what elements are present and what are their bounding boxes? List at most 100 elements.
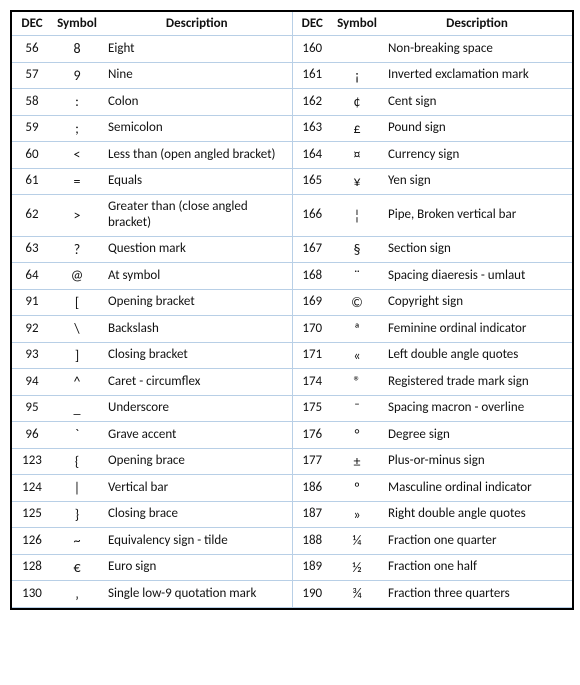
cell-symbol-right: ¼ xyxy=(332,528,382,555)
cell-dec-left: 60 xyxy=(12,142,52,169)
cell-desc-right: Right double angle quotes xyxy=(382,501,572,528)
cell-desc-right: Yen sign xyxy=(382,168,572,195)
cell-symbol-left: ? xyxy=(52,236,102,263)
cell-symbol-right: « xyxy=(332,342,382,369)
cell-dec-right: 162 xyxy=(292,89,332,116)
cell-dec-right: 161 xyxy=(292,62,332,89)
header-symbol-left: Symbol xyxy=(52,12,102,36)
cell-dec-left: 95 xyxy=(12,395,52,422)
cell-symbol-left: 8 xyxy=(52,36,102,63)
cell-desc-left: Equals xyxy=(102,168,292,195)
cell-dec-left: 125 xyxy=(12,501,52,528)
cell-dec-left: 123 xyxy=(12,448,52,475)
cell-dec-right: 170 xyxy=(292,316,332,343)
cell-dec-left: 56 xyxy=(12,36,52,63)
table-row: 60<Less than (open angled bracket)164¤Cu… xyxy=(12,142,572,169)
cell-desc-right: Masculine ordinal indicator xyxy=(382,475,572,502)
cell-desc-left: Semicolon xyxy=(102,115,292,142)
cell-dec-right: 160 xyxy=(292,36,332,63)
cell-desc-left: Backslash xyxy=(102,316,292,343)
cell-desc-left: Single low-9 quotation mark xyxy=(102,581,292,608)
cell-symbol-right: ¡ xyxy=(332,62,382,89)
cell-desc-right: Spacing macron - overline xyxy=(382,395,572,422)
cell-desc-left: Vertical bar xyxy=(102,475,292,502)
cell-symbol-right: ¾ xyxy=(332,581,382,608)
cell-dec-left: 64 xyxy=(12,263,52,290)
cell-desc-left: Closing bracket xyxy=(102,342,292,369)
cell-desc-left: Grave accent xyxy=(102,422,292,449)
table-row: 579Nine161¡Inverted exclamation mark xyxy=(12,62,572,89)
cell-desc-left: Question mark xyxy=(102,236,292,263)
cell-dec-left: 93 xyxy=(12,342,52,369)
table-row: 95_Underscore175¯Spacing macron - overli… xyxy=(12,395,572,422)
cell-dec-left: 124 xyxy=(12,475,52,502)
cell-symbol-left: { xyxy=(52,448,102,475)
cell-desc-left: Nine xyxy=(102,62,292,89)
cell-desc-right: Currency sign xyxy=(382,142,572,169)
table-row: 128€Euro sign189½Fraction one half xyxy=(12,554,572,581)
cell-symbol-left: _ xyxy=(52,395,102,422)
cell-symbol-left: ; xyxy=(52,115,102,142)
cell-symbol-right: ª xyxy=(332,316,382,343)
cell-dec-right: 175 xyxy=(292,395,332,422)
cell-dec-right: 187 xyxy=(292,501,332,528)
cell-symbol-left: \ xyxy=(52,316,102,343)
cell-symbol-left: ` xyxy=(52,422,102,449)
cell-dec-left: 61 xyxy=(12,168,52,195)
table-row: 126~Equivalency sign - tilde188¼Fraction… xyxy=(12,528,572,555)
cell-desc-left: Less than (open angled bracket) xyxy=(102,142,292,169)
header-row: DEC Symbol Description DEC Symbol Descri… xyxy=(12,12,572,36)
cell-symbol-left: ~ xyxy=(52,528,102,555)
cell-dec-right: 188 xyxy=(292,528,332,555)
cell-desc-right: Non-breaking space xyxy=(382,36,572,63)
cell-symbol-left: ‚ xyxy=(52,581,102,608)
cell-desc-right: Inverted exclamation mark xyxy=(382,62,572,89)
cell-desc-right: Registered trade mark sign xyxy=(382,369,572,396)
cell-symbol-left: € xyxy=(52,554,102,581)
cell-desc-left: Caret - circumflex xyxy=(102,369,292,396)
cell-symbol-left: | xyxy=(52,475,102,502)
table-row: 58:Colon162¢Cent sign xyxy=(12,89,572,116)
cell-dec-left: 57 xyxy=(12,62,52,89)
cell-dec-left: 63 xyxy=(12,236,52,263)
cell-dec-right: 169 xyxy=(292,289,332,316)
table-row: 124|Vertical bar186ºMasculine ordinal in… xyxy=(12,475,572,502)
ascii-table-frame: DEC Symbol Description DEC Symbol Descri… xyxy=(10,10,574,610)
cell-desc-left: Equivalency sign - tilde xyxy=(102,528,292,555)
table-row: 92\Backslash170ªFeminine ordinal indicat… xyxy=(12,316,572,343)
cell-desc-right: Copyright sign xyxy=(382,289,572,316)
cell-symbol-right: © xyxy=(332,289,382,316)
cell-dec-left: 62 xyxy=(12,195,52,237)
table-row: 59;Semicolon163£Pound sign xyxy=(12,115,572,142)
ascii-table: DEC Symbol Description DEC Symbol Descri… xyxy=(12,12,572,608)
cell-dec-right: 165 xyxy=(292,168,332,195)
cell-desc-right: Section sign xyxy=(382,236,572,263)
cell-desc-right: Left double angle quotes xyxy=(382,342,572,369)
cell-desc-right: Fraction three quarters xyxy=(382,581,572,608)
cell-symbol-right: ½ xyxy=(332,554,382,581)
header-desc-right: Description xyxy=(382,12,572,36)
table-row: 64@At symbol168¨Spacing diaeresis - umla… xyxy=(12,263,572,290)
cell-dec-left: 58 xyxy=(12,89,52,116)
cell-dec-right: 190 xyxy=(292,581,332,608)
cell-symbol-left: < xyxy=(52,142,102,169)
header-dec-left: DEC xyxy=(12,12,52,36)
cell-dec-right: 168 xyxy=(292,263,332,290)
cell-desc-right: Pound sign xyxy=(382,115,572,142)
cell-dec-left: 126 xyxy=(12,528,52,555)
cell-desc-left: Closing brace xyxy=(102,501,292,528)
cell-symbol-right xyxy=(332,36,382,63)
cell-desc-left: Euro sign xyxy=(102,554,292,581)
cell-desc-right: Cent sign xyxy=(382,89,572,116)
cell-dec-right: 177 xyxy=(292,448,332,475)
cell-dec-right: 186 xyxy=(292,475,332,502)
cell-dec-right: 171 xyxy=(292,342,332,369)
table-row: 96`Grave accent176°Degree sign xyxy=(12,422,572,449)
cell-desc-left: Greater than (close angled bracket) xyxy=(102,195,292,237)
cell-symbol-right: ¨ xyxy=(332,263,382,290)
table-row: 125}Closing brace187»Right double angle … xyxy=(12,501,572,528)
cell-desc-right: Degree sign xyxy=(382,422,572,449)
cell-symbol-left: ] xyxy=(52,342,102,369)
table-row: 568Eight160Non-breaking space xyxy=(12,36,572,63)
cell-dec-left: 59 xyxy=(12,115,52,142)
